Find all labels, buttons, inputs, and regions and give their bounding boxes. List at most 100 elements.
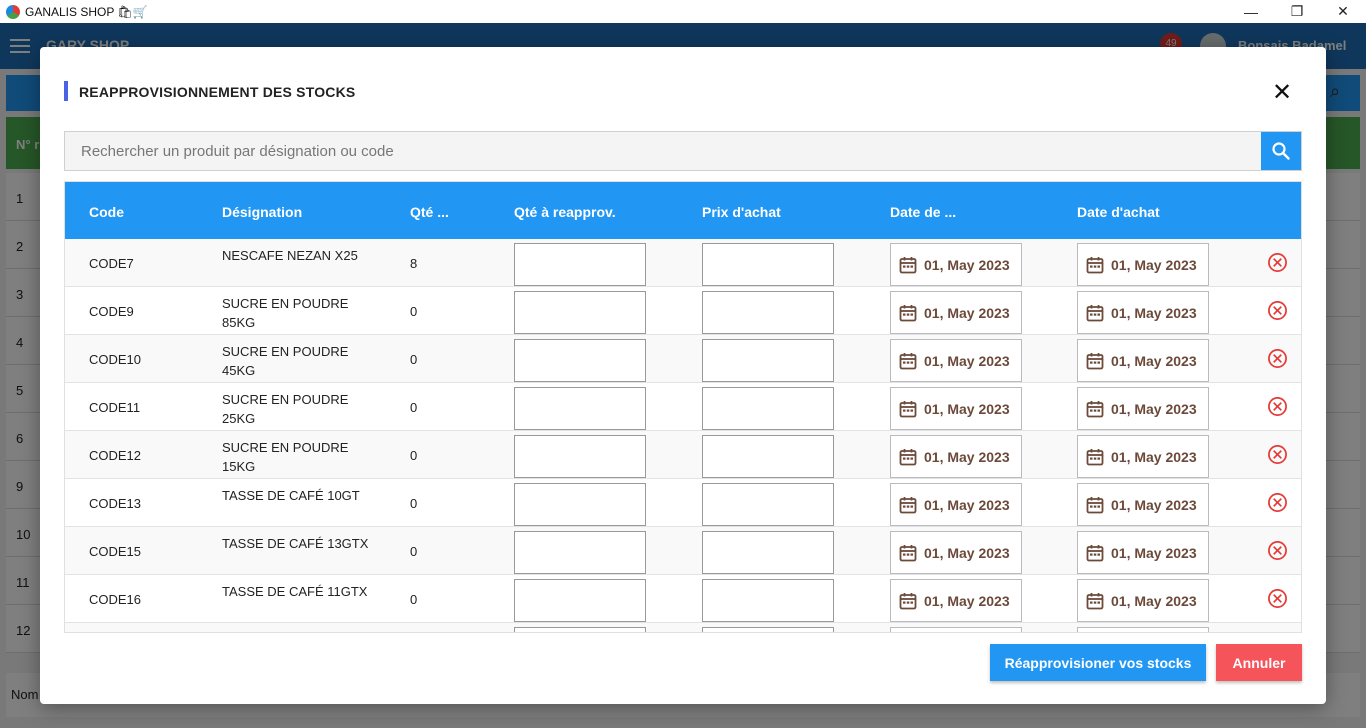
expiry-date-value: 01, May 2023 bbox=[924, 496, 1010, 513]
purchase-price-input[interactable] bbox=[702, 243, 834, 286]
calendar-icon bbox=[899, 256, 917, 273]
window-close-button[interactable]: ✕ bbox=[1320, 0, 1366, 23]
table-row: CODE11 SUCRE EN POUDRE 25KG 0 01, May 2023 0… bbox=[65, 383, 1301, 431]
expiry-date-picker[interactable]: 01, May 2023 bbox=[890, 531, 1022, 574]
purchase-date-picker[interactable]: 01, May 2023 bbox=[1077, 339, 1209, 382]
purchase-price-input[interactable] bbox=[702, 291, 834, 334]
expiry-date-picker[interactable]: 01, May 2023 bbox=[890, 579, 1022, 622]
qty-restock-input[interactable] bbox=[514, 387, 646, 430]
qty-restock-input[interactable] bbox=[514, 531, 646, 574]
row-qty: 0 bbox=[410, 448, 418, 463]
row-designation: TASSE DE CAFÉ bbox=[222, 630, 372, 632]
expiry-date-picker[interactable]: 01, May 2023 bbox=[890, 243, 1022, 286]
expiry-date-value: 01, May 2023 bbox=[924, 592, 1010, 609]
expiry-date-value: 01, May 2023 bbox=[924, 544, 1010, 561]
purchase-date-value: 01, May 2023 bbox=[1111, 592, 1197, 609]
purchase-price-input[interactable] bbox=[702, 387, 834, 430]
search-input[interactable] bbox=[65, 132, 1261, 170]
qty-restock-input[interactable] bbox=[514, 339, 646, 382]
restock-modal: REAPPROVISIONNEMENT DES STOCKS ✕ Code Dé… bbox=[40, 47, 1326, 704]
table-row: CODE16 TASSE DE CAFÉ 11GTX 0 01, May 2023 01… bbox=[65, 575, 1301, 623]
calendar-icon bbox=[899, 352, 917, 369]
calendar-icon bbox=[1086, 256, 1104, 273]
col-purchase-price[interactable]: Prix d'achat bbox=[702, 204, 781, 220]
col-qty-restock[interactable]: Qté à reapprov. bbox=[514, 204, 616, 220]
modal-title: REAPPROVISIONNEMENT DES STOCKS bbox=[79, 84, 356, 100]
remove-row-icon[interactable] bbox=[1267, 348, 1288, 369]
purchase-date-value: 01, May 2023 bbox=[1111, 304, 1197, 321]
purchase-price-input[interactable] bbox=[702, 627, 834, 632]
row-code: CODE13 bbox=[89, 496, 142, 511]
remove-row-icon[interactable] bbox=[1267, 588, 1288, 609]
row-code: CODE9 bbox=[89, 304, 134, 319]
close-icon[interactable]: ✕ bbox=[1270, 79, 1294, 106]
calendar-icon bbox=[899, 304, 917, 321]
expiry-date-picker[interactable]: 01, May 2023 bbox=[890, 435, 1022, 478]
col-qty[interactable]: Qté ... bbox=[410, 204, 449, 220]
row-designation: SUCRE EN POUDRE 85KG bbox=[222, 296, 349, 330]
row-qty: 0 bbox=[410, 544, 418, 559]
product-search bbox=[64, 131, 1302, 171]
expiry-date-picker[interactable]: 01, May 2023 bbox=[890, 483, 1022, 526]
remove-row-icon[interactable] bbox=[1267, 540, 1288, 561]
purchase-date-picker[interactable]: 01, May 2023 bbox=[1077, 435, 1209, 478]
qty-restock-input[interactable] bbox=[514, 483, 646, 526]
purchase-date-picker[interactable]: 01, May 2023 bbox=[1077, 291, 1209, 334]
expiry-date-picker[interactable]: 01, May 2023 bbox=[890, 339, 1022, 382]
restore-button[interactable]: ❐ bbox=[1274, 0, 1320, 23]
expiry-date-picker[interactable] bbox=[890, 627, 1022, 632]
col-date-exp[interactable]: Date de ... bbox=[890, 204, 956, 220]
purchase-price-input[interactable] bbox=[702, 531, 834, 574]
purchase-date-picker[interactable] bbox=[1077, 627, 1209, 632]
purchase-price-input[interactable] bbox=[702, 483, 834, 526]
col-code[interactable]: Code bbox=[89, 204, 124, 220]
expiry-date-picker[interactable]: 01, May 2023 bbox=[890, 291, 1022, 334]
purchase-date-picker[interactable]: 01, May 2023 bbox=[1077, 243, 1209, 286]
calendar-icon bbox=[1086, 544, 1104, 561]
cancel-button[interactable]: Annuler bbox=[1216, 644, 1302, 681]
qty-restock-input[interactable] bbox=[514, 243, 646, 286]
table-row: CODE12 SUCRE EN POUDRE 15KG 0 01, May 2023 0… bbox=[65, 431, 1301, 479]
expiry-date-picker[interactable]: 01, May 2023 bbox=[890, 387, 1022, 430]
app-icon bbox=[6, 4, 20, 19]
table-row: CODE13 TASSE DE CAFÉ 10GT 0 01, May 2023 01,… bbox=[65, 479, 1301, 527]
row-qty: 0 bbox=[410, 592, 418, 607]
remove-row-icon[interactable] bbox=[1267, 252, 1288, 273]
remove-row-icon[interactable] bbox=[1267, 492, 1288, 513]
expiry-date-value: 01, May 2023 bbox=[924, 400, 1010, 417]
qty-restock-input[interactable] bbox=[514, 435, 646, 478]
row-code: CODE10 bbox=[89, 352, 142, 367]
expiry-date-value: 01, May 2023 bbox=[924, 352, 1010, 369]
table-row: TASSE DE CAFÉ bbox=[65, 623, 1301, 632]
remove-row-icon[interactable] bbox=[1267, 444, 1288, 465]
search-button[interactable] bbox=[1261, 132, 1301, 170]
purchase-date-picker[interactable]: 01, May 2023 bbox=[1077, 531, 1209, 574]
calendar-icon bbox=[899, 592, 917, 609]
window-title: GANALIS SHOP 🛍🛒 bbox=[25, 4, 148, 19]
calendar-icon bbox=[1086, 400, 1104, 417]
purchase-date-value: 01, May 2023 bbox=[1111, 352, 1197, 369]
purchase-date-value: 01, May 2023 bbox=[1111, 256, 1197, 273]
calendar-icon bbox=[1086, 352, 1104, 369]
qty-restock-input[interactable] bbox=[514, 627, 646, 632]
remove-row-icon[interactable] bbox=[1267, 396, 1288, 417]
purchase-price-input[interactable] bbox=[702, 579, 834, 622]
qty-restock-input[interactable] bbox=[514, 291, 646, 334]
purchase-price-input[interactable] bbox=[702, 339, 834, 382]
row-designation: TASSE DE CAFÉ 11GTX bbox=[222, 584, 368, 599]
calendar-icon bbox=[1086, 448, 1104, 465]
col-purchase-date[interactable]: Date d'achat bbox=[1077, 204, 1160, 220]
row-qty: 0 bbox=[410, 400, 418, 415]
purchase-price-input[interactable] bbox=[702, 435, 834, 478]
row-designation: SUCRE EN POUDRE 25KG bbox=[222, 392, 349, 426]
minimize-button[interactable]: — bbox=[1228, 0, 1274, 23]
purchase-date-picker[interactable]: 01, May 2023 bbox=[1077, 483, 1209, 526]
purchase-date-picker[interactable]: 01, May 2023 bbox=[1077, 579, 1209, 622]
col-designation[interactable]: Désignation bbox=[222, 204, 302, 220]
restock-button[interactable]: Réapprovisioner vos stocks bbox=[990, 644, 1206, 681]
remove-row-icon[interactable] bbox=[1267, 300, 1288, 321]
calendar-icon bbox=[899, 400, 917, 417]
purchase-date-picker[interactable]: 01, May 2023 bbox=[1077, 387, 1209, 430]
qty-restock-input[interactable] bbox=[514, 579, 646, 622]
row-code: CODE7 bbox=[89, 256, 134, 271]
